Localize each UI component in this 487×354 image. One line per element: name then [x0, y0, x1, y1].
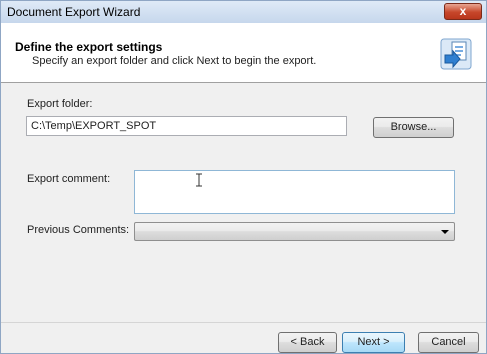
export-comment-field[interactable] — [134, 170, 455, 214]
close-icon: x — [459, 4, 467, 18]
window-title: Document Export Wizard — [7, 5, 141, 19]
wizard-window: Document Export Wizard x Define the expo… — [0, 0, 487, 354]
back-button[interactable]: < Back — [278, 332, 337, 353]
previous-comments-label: Previous Comments: — [27, 224, 130, 236]
export-folder-value: C:\Temp\EXPORT_SPOT — [31, 120, 157, 132]
wizard-header: Define the export settings Specify an ex… — [1, 23, 486, 83]
export-folder-field[interactable]: C:\Temp\EXPORT_SPOT — [26, 116, 347, 136]
chevron-down-icon — [441, 230, 449, 234]
export-folder-label: Export folder: — [27, 98, 93, 110]
cancel-button[interactable]: Cancel — [418, 332, 479, 353]
title-bar: Document Export Wizard x — [1, 1, 486, 23]
browse-button[interactable]: Browse... — [373, 117, 454, 138]
export-comment-label: Export comment: — [27, 173, 111, 185]
previous-comments-dropdown[interactable] — [134, 222, 455, 241]
text-cursor-icon — [196, 173, 202, 187]
export-document-icon — [440, 38, 472, 70]
close-button[interactable]: x — [444, 3, 482, 20]
page-subtitle: Specify an export folder and click Next … — [32, 55, 317, 67]
page-title: Define the export settings — [15, 40, 163, 54]
footer-divider — [1, 322, 486, 323]
next-button[interactable]: Next > — [342, 332, 405, 353]
